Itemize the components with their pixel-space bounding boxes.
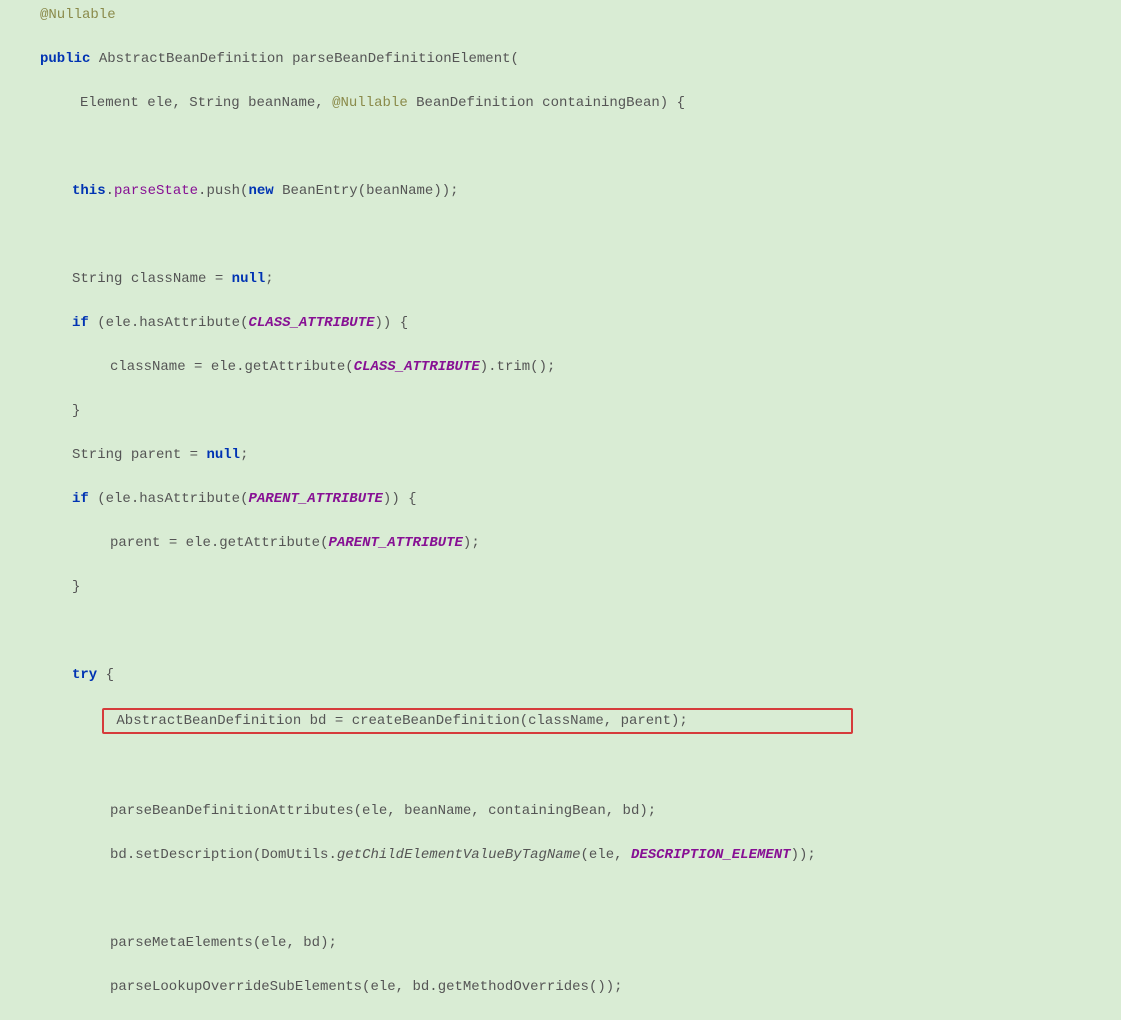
blank-line-3 [0,620,1121,642]
blank-line-2 [0,224,1121,246]
code-line-5: String className = null; [0,268,1121,290]
code-line-12: } [0,576,1121,598]
annotation: @Nullable [40,7,116,23]
highlight-box: AbstractBeanDefinition bd = createBeanDe… [102,708,853,734]
blank-line-5 [0,888,1121,910]
code-line-1: @Nullable [0,4,1121,26]
code-line-18: parseLookupOverrideSubElements(ele, bd.g… [0,976,1121,998]
blank-line-4 [0,756,1121,778]
code-line-14-highlighted: AbstractBeanDefinition bd = createBeanDe… [0,708,1121,734]
code-line-9: String parent = null; [0,444,1121,466]
code-line-4: this.parseState.push(new BeanEntry(beanN… [0,180,1121,202]
code-line-6: if (ele.hasAttribute(CLASS_ATTRIBUTE)) { [0,312,1121,334]
code-line-17: parseMetaElements(ele, bd); [0,932,1121,954]
code-line-8: } [0,400,1121,422]
code-line-3: Element ele, String beanName, @Nullable … [0,92,1121,114]
code-line-16: bd.setDescription(DomUtils.getChildEleme… [0,844,1121,866]
code-line-2: public AbstractBeanDefinition parseBeanD… [0,48,1121,70]
code-line-13: try { [0,664,1121,686]
blank-line-1 [0,136,1121,158]
code-block: @Nullable public AbstractBeanDefinition … [0,0,1121,1020]
code-line-7: className = ele.getAttribute(CLASS_ATTRI… [0,356,1121,378]
code-line-15: parseBeanDefinitionAttributes(ele, beanN… [0,800,1121,822]
code-line-10: if (ele.hasAttribute(PARENT_ATTRIBUTE)) … [0,488,1121,510]
code-line-11: parent = ele.getAttribute(PARENT_ATTRIBU… [0,532,1121,554]
